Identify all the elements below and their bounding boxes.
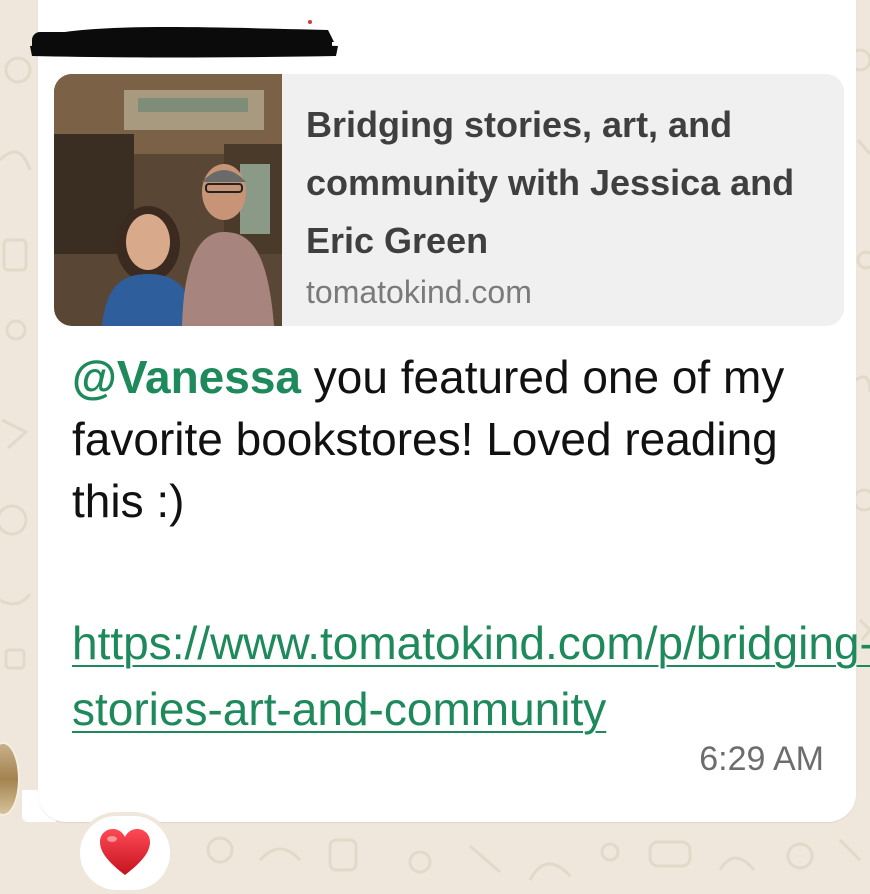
link-preview-title: Bridging stories, art, and community wit… (306, 104, 795, 261)
message-timestamp: 6:29 AM (699, 740, 824, 778)
heart-emoji-icon (100, 829, 150, 875)
reaction-badge[interactable] (76, 812, 174, 894)
bookstore-photo (54, 74, 282, 326)
link-preview-thumbnail (54, 74, 282, 326)
link-preview-domain: tomatokind.com (306, 274, 532, 310)
user-mention[interactable]: @Vanessa (72, 351, 301, 403)
message-url-link[interactable]: https://www.tomatokind.com/p/bridging-st… (72, 610, 870, 742)
message-text: @Vanessa you featured one of my favorite… (72, 346, 812, 532)
sender-name-redaction (30, 20, 338, 58)
link-preview-card[interactable]: Bridging stories, art, and community wit… (54, 74, 844, 326)
